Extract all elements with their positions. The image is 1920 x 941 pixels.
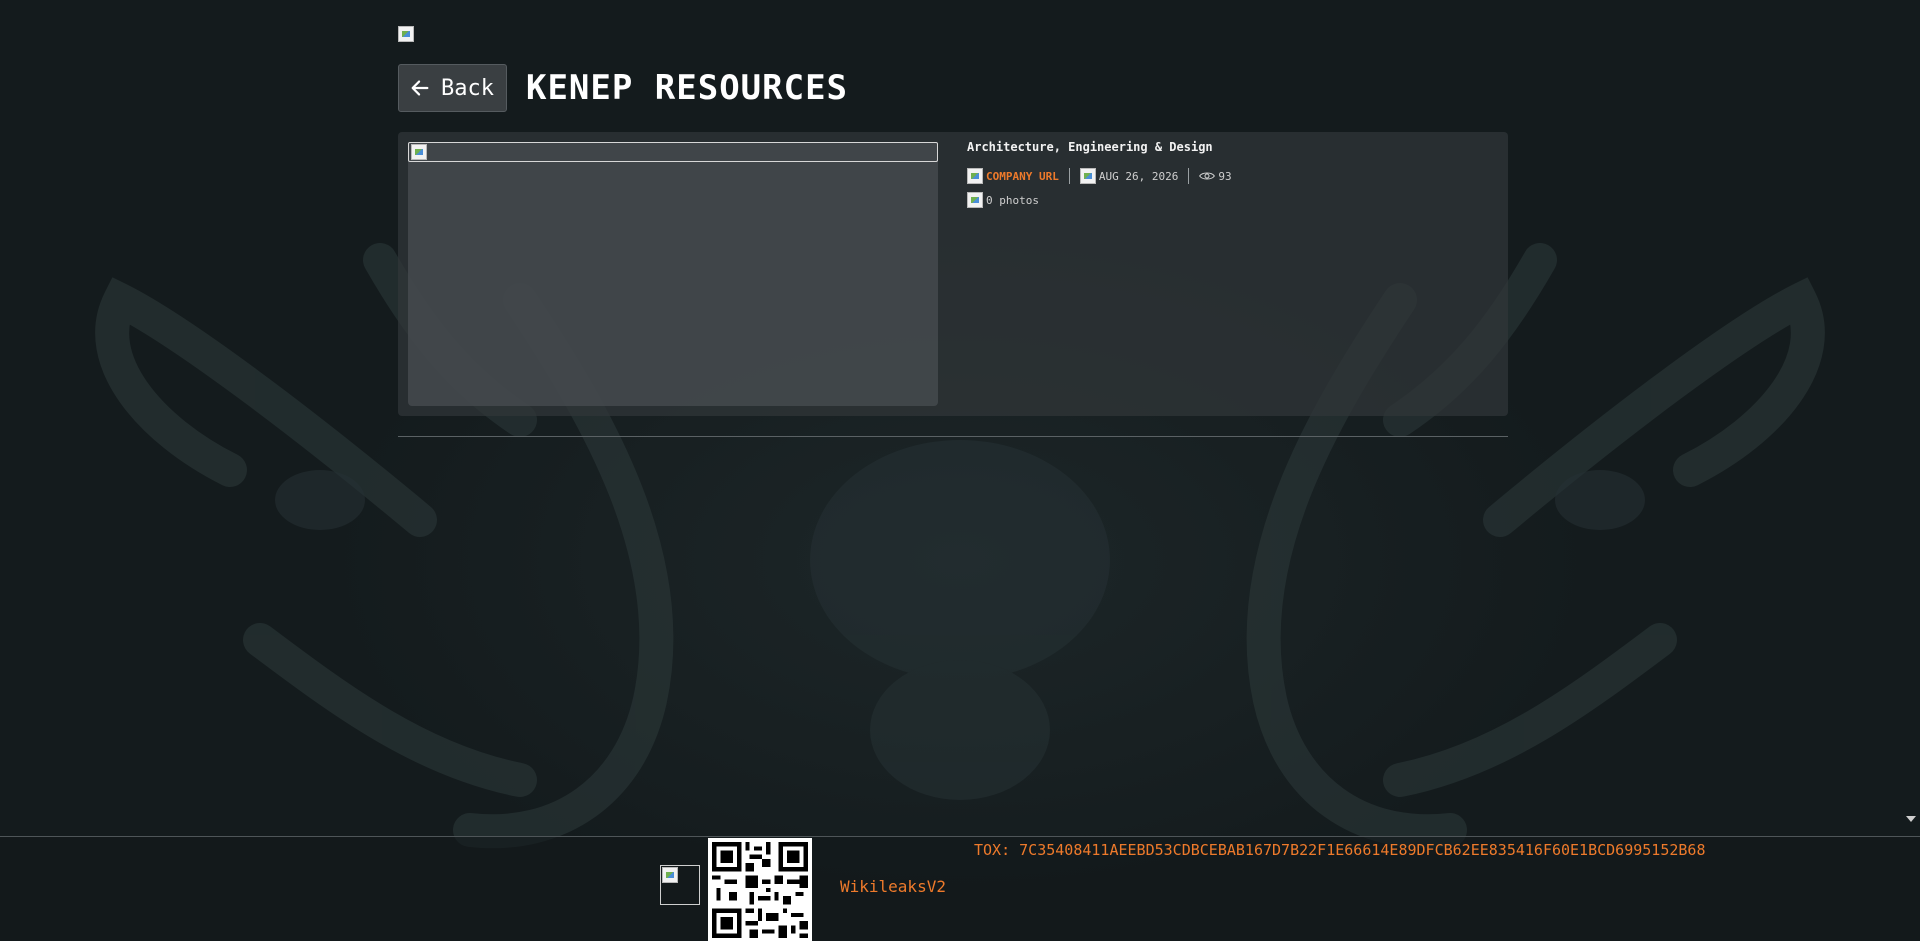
photos-row: 0 photos bbox=[967, 192, 1232, 208]
page: Back KENEP RESOURCES Architecture, Engin… bbox=[0, 0, 1920, 941]
eye-icon bbox=[1199, 172, 1216, 180]
views-item: 93 bbox=[1199, 169, 1232, 183]
broken-image-icon bbox=[662, 867, 678, 883]
footer: WikileaksV2 TOX: 7C35408411AEEBD53CDBCEB… bbox=[0, 836, 1920, 941]
company-image-area bbox=[408, 142, 938, 406]
views-count: 93 bbox=[1218, 169, 1232, 183]
back-button-label: Back bbox=[441, 75, 494, 101]
tox-id: TOX: 7C35408411AEEBD53CDBCEBAB167D7B22F1… bbox=[974, 841, 1706, 859]
company-date: AUG 26, 2026 bbox=[1098, 169, 1179, 183]
company-url-item[interactable]: COMPANY URL bbox=[967, 168, 1059, 184]
meta-divider bbox=[1068, 168, 1070, 184]
footer-badge-image bbox=[660, 865, 700, 905]
footer-wikileaks-link[interactable]: WikileaksV2 bbox=[840, 877, 946, 896]
company-image bbox=[408, 142, 938, 162]
link-icon bbox=[967, 168, 983, 184]
section-divider bbox=[398, 436, 1508, 437]
logo-image bbox=[398, 26, 414, 42]
broken-image-icon bbox=[411, 144, 427, 160]
back-button[interactable]: Back bbox=[398, 64, 507, 112]
photo-icon bbox=[967, 192, 983, 208]
calendar-icon bbox=[1079, 168, 1096, 184]
scroll-down-arrow-icon[interactable] bbox=[1906, 816, 1916, 822]
company-info: Architecture, Engineering & Design COMPA… bbox=[967, 140, 1232, 208]
arrow-left-icon bbox=[411, 80, 429, 96]
company-card: Architecture, Engineering & Design COMPA… bbox=[398, 132, 1508, 416]
meta-divider bbox=[1188, 168, 1190, 184]
company-category: Architecture, Engineering & Design bbox=[967, 140, 1213, 154]
scrollbar[interactable] bbox=[1904, 0, 1920, 836]
date-item: AUG 26, 2026 bbox=[1079, 168, 1179, 184]
company-url-link[interactable]: COMPANY URL bbox=[986, 170, 1059, 183]
qr-code-icon bbox=[708, 838, 812, 941]
company-meta-row: COMPANY URL AUG 26, 2026 93 bbox=[967, 168, 1232, 184]
page-title: KENEP RESOURCES bbox=[525, 68, 849, 108]
title-row: Back KENEP RESOURCES bbox=[398, 64, 848, 112]
photos-count: 0 photos bbox=[986, 193, 1039, 207]
